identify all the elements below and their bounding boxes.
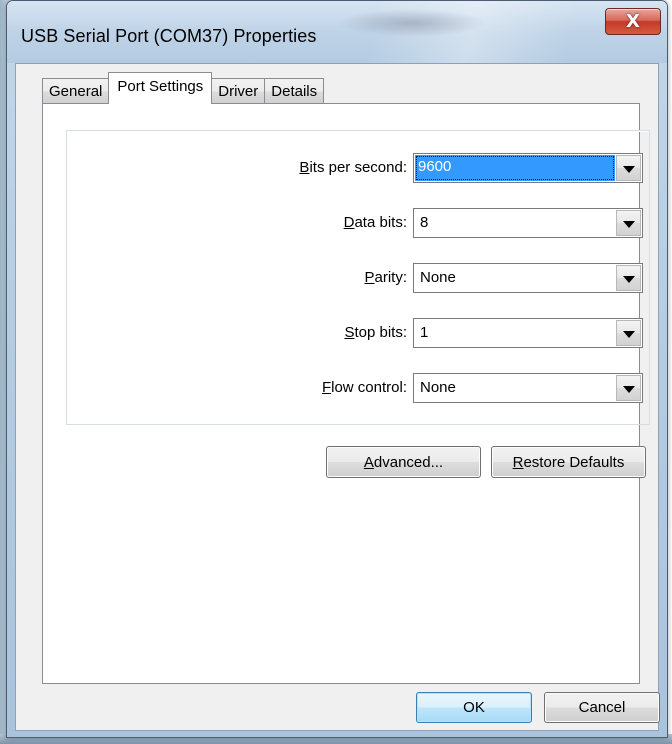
- dialog-client-area: General Port Settings Driver Details Bit…: [15, 63, 660, 731]
- close-button[interactable]: X: [605, 8, 661, 35]
- data-bits-value: 8: [420, 214, 429, 231]
- data-bits-dropdown[interactable]: 8: [413, 208, 643, 238]
- tab-details[interactable]: Details: [264, 78, 325, 104]
- bits-per-second-dropdown[interactable]: 9600: [413, 153, 643, 183]
- ok-button[interactable]: OK: [416, 692, 532, 723]
- tab-strip: General Port Settings Driver Details: [42, 72, 325, 104]
- chevron-down-icon[interactable]: [616, 320, 641, 346]
- properties-dialog: USB Serial Port (COM37) Properties X Gen…: [6, 0, 668, 738]
- data-bits-row: Data bits: 8: [67, 208, 649, 238]
- tab-general[interactable]: General: [42, 78, 110, 104]
- parity-value: None: [420, 269, 456, 286]
- chevron-down-icon[interactable]: [616, 265, 641, 291]
- port-settings-group: Bits per second: 9600 Data bits: 8 Parit…: [66, 130, 650, 425]
- tab-driver[interactable]: Driver: [211, 78, 266, 104]
- stop-bits-value: 1: [420, 324, 429, 341]
- chevron-down-icon[interactable]: [616, 375, 641, 401]
- chevron-down-icon[interactable]: [616, 155, 641, 181]
- parity-row: Parity: None: [67, 263, 649, 293]
- tab-label: Driver: [218, 83, 259, 100]
- window-title: USB Serial Port (COM37) Properties: [21, 26, 317, 46]
- chevron-down-icon[interactable]: [616, 210, 641, 236]
- parity-dropdown[interactable]: None: [413, 263, 643, 293]
- tab-label: Details: [271, 83, 318, 100]
- stop-bits-row: Stop bits: 1: [67, 318, 649, 348]
- advanced-button[interactable]: Advanced...: [326, 446, 481, 478]
- data-bits-label: Data bits:: [343, 214, 407, 231]
- flow-control-label: Flow control:: [321, 379, 407, 396]
- restore-defaults-button[interactable]: Restore Defaults: [491, 446, 646, 478]
- bits-per-second-value: 9600: [415, 155, 615, 181]
- cancel-button[interactable]: Cancel: [544, 692, 660, 723]
- bits-per-second-row: Bits per second: 9600: [67, 153, 649, 183]
- stop-bits-label: Stop bits:: [344, 324, 407, 341]
- bits-per-second-label: Bits per second:: [299, 159, 407, 176]
- tab-port-settings[interactable]: Port Settings: [108, 72, 213, 104]
- flow-control-dropdown[interactable]: None: [413, 373, 643, 403]
- stop-bits-dropdown[interactable]: 1: [413, 318, 643, 348]
- close-icon: X: [626, 11, 640, 32]
- flow-control-row: Flow control: None: [67, 373, 649, 403]
- parity-label: Parity:: [364, 269, 407, 286]
- title-bar[interactable]: USB Serial Port (COM37) Properties X: [7, 1, 667, 63]
- port-settings-page: Bits per second: 9600 Data bits: 8 Parit…: [42, 103, 650, 684]
- tab-label: Port Settings: [117, 78, 204, 95]
- flow-control-value: None: [420, 379, 456, 396]
- tab-label: General: [49, 83, 103, 100]
